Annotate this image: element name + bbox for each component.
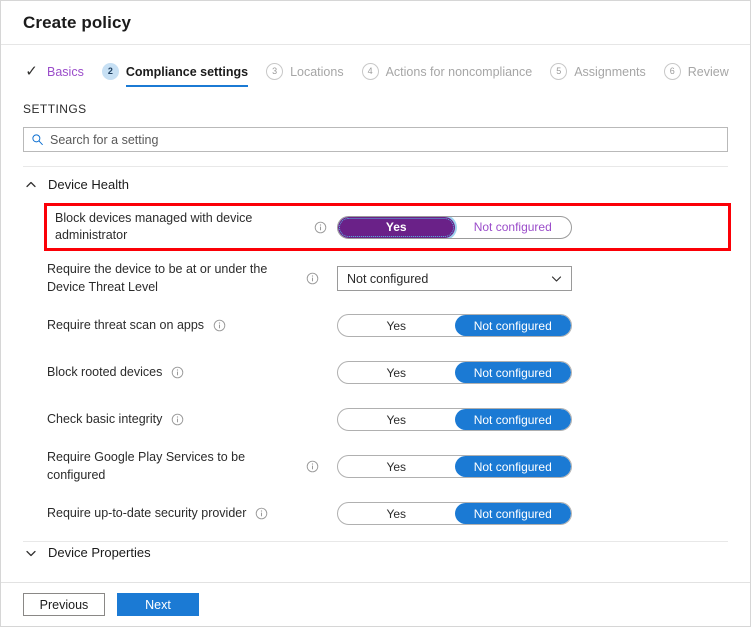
setting-label: Block rooted devices [47,364,163,379]
info-icon[interactable] [255,507,268,520]
chevron-down-icon [551,276,562,282]
wizard-step-label: Actions for noncompliance [385,64,533,79]
setting-label: Require the device to be at or under the… [47,262,268,294]
setting-row-highlighted: Block devices managed with device admini… [44,203,731,251]
info-icon[interactable] [306,460,319,473]
info-icon[interactable] [171,366,184,379]
setting-toggle[interactable]: Yes Not configured [337,215,572,239]
setting-control-cell: Yes Not configured [337,455,728,478]
setting-control-cell: Yes Not configured [337,215,728,239]
toggle-option-yes[interactable]: Yes [338,456,455,477]
setting-label-cell: Require Google Play Services to be confi… [47,449,337,484]
search-input[interactable] [50,132,727,147]
settings-row-list: Block devices managed with device admini… [23,203,731,537]
dialog-footer: Previous Next [1,582,750,626]
toggle-option-not-configured[interactable]: Not configured [454,456,571,477]
toggle-option-not-configured[interactable]: Not configured [454,503,571,524]
setting-toggle[interactable]: Yes Not configured [337,502,572,525]
info-icon[interactable] [314,221,327,234]
setting-dropdown[interactable]: Not configured [337,266,572,291]
wizard-step-label: Locations [290,64,344,79]
setting-control-cell: Yes Not configured [337,408,728,431]
setting-row: Require up-to-date security provider Yes N… [47,490,728,537]
setting-label: Block devices managed with device admini… [55,210,253,242]
search-icon [32,134,43,146]
settings-group-title: Device Health [48,176,129,192]
wizard-step-compliance-settings[interactable]: 2 Compliance settings [101,63,249,87]
wizard-step-actions-for-noncompliance[interactable]: 4 Actions for noncompliance [361,63,533,87]
dropdown-value: Not configured [347,271,429,286]
page-title: Create policy [23,12,132,32]
step-check-icon: ✓ [25,63,38,80]
setting-label-cell: Block rooted devices [47,364,337,381]
toggle-option-yes[interactable]: Yes [338,409,455,430]
dialog-titlebar: Create policy [1,1,750,45]
wizard-step-bar: ✓ Basics 2 Compliance settings 3 Locations 4 Ac… [1,45,750,87]
chevron-up-icon [26,181,36,188]
setting-toggle[interactable]: Yes Not configured [337,408,572,431]
settings-group-header[interactable]: Device Health [23,167,728,201]
setting-control-cell: Yes Not configured [337,502,728,525]
wizard-step-label: Assignments [574,64,646,79]
setting-label-cell: Check basic integrity [47,411,337,428]
setting-row: Check basic integrity Yes Not configured [47,396,728,443]
toggle-option-not-configured[interactable]: Not configured [455,217,572,238]
setting-row: Block rooted devices Yes Not configured [47,349,728,396]
setting-label: Require threat scan on apps [47,317,205,332]
settings-section-caption: SETTINGS [23,102,87,116]
wizard-step-locations[interactable]: 3 Locations [266,63,344,87]
settings-group-header[interactable]: Device Properties [23,541,728,563]
toggle-option-not-configured[interactable]: Not configured [454,362,571,383]
settings-body: SETTINGS Device Health Block devices mana… [1,102,750,563]
wizard-step-review[interactable]: 6 Review [663,63,729,87]
wizard-step-basics[interactable]: ✓ Basics [23,63,84,87]
step-number-badge: 4 [361,63,379,80]
search-setting-box[interactable] [23,127,728,152]
info-icon[interactable] [213,319,226,332]
step-number-badge: 2 [101,63,119,80]
toggle-option-yes[interactable]: Yes [338,315,455,336]
info-icon[interactable] [171,413,184,426]
create-policy-dialog: Create policy ✓ Basics 2 Compliance setting… [0,0,751,627]
setting-row: Require the device to be at or under the… [47,255,728,302]
wizard-step-label: Review [687,64,729,79]
toggle-option-yes[interactable]: Yes [338,216,455,238]
toggle-option-not-configured[interactable]: Not configured [454,315,571,336]
step-number-badge: 3 [266,63,284,80]
setting-label: Require Google Play Services to be confi… [47,450,246,482]
wizard-step-assignments[interactable]: 5 Assignments [550,63,646,87]
setting-toggle[interactable]: Yes Not configured [337,361,572,384]
setting-row: Require Google Play Services to be confi… [47,443,728,490]
setting-toggle[interactable]: Yes Not configured [337,314,572,337]
step-number-badge: 6 [663,63,681,80]
settings-group-title: Device Properties [48,545,151,560]
setting-label: Require up-to-date security provider [47,505,247,520]
setting-control-cell: Not configured [337,266,728,291]
setting-toggle[interactable]: Yes Not configured [337,455,572,478]
toggle-option-yes[interactable]: Yes [338,503,455,524]
toggle-option-yes[interactable]: Yes [338,362,455,383]
wizard-step-label: Basics [47,64,84,79]
settings-groups: Device Health Block devices managed with … [23,167,731,563]
step-number-badge: 5 [550,63,568,80]
setting-label-cell: Block devices managed with device admini… [47,210,337,245]
info-icon[interactable] [306,272,319,285]
setting-label-cell: Require threat scan on apps [47,317,337,334]
chevron-down-icon [26,550,36,557]
wizard-step-label: Compliance settings [125,64,249,79]
setting-control-cell: Yes Not configured [337,361,728,384]
setting-label: Check basic integrity [47,411,163,426]
setting-label-cell: Require the device to be at or under the… [47,261,337,296]
setting-control-cell: Yes Not configured [337,314,728,337]
previous-button[interactable]: Previous [23,593,105,616]
toggle-option-not-configured[interactable]: Not configured [454,409,571,430]
next-button[interactable]: Next [117,593,199,616]
setting-row: Require threat scan on apps Yes Not config… [47,302,728,349]
setting-label-cell: Require up-to-date security provider [47,505,337,522]
